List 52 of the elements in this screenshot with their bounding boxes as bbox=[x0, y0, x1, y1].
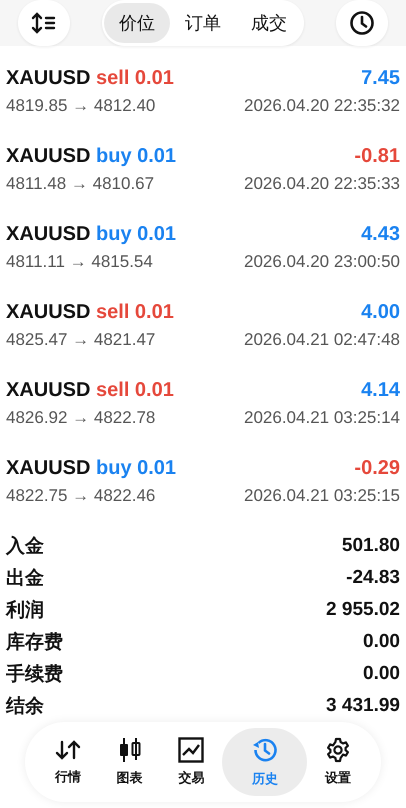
summary-label: 利润 bbox=[6, 598, 44, 623]
summary-label: 结余 bbox=[6, 695, 44, 719]
summary-value: -24.83 bbox=[346, 567, 400, 589]
price-range: 4811.11 → 4815.54 bbox=[6, 252, 153, 272]
summary-value: 0.00 bbox=[363, 663, 400, 685]
candlestick-icon bbox=[118, 737, 142, 763]
profit-value: 4.00 bbox=[361, 300, 400, 324]
summary-value: 2 955.02 bbox=[326, 599, 400, 621]
summary-value: 3 431.99 bbox=[326, 695, 400, 717]
deal-title: XAUUSD buy 0.01 bbox=[6, 456, 176, 480]
price-range: 4825.47 → 4821.47 bbox=[6, 330, 156, 350]
deal-time: 2026.04.20 22:35:32 bbox=[244, 96, 400, 116]
deal-title: XAUUSD buy 0.01 bbox=[6, 144, 176, 168]
deal-title: XAUUSD sell 0.01 bbox=[6, 378, 174, 402]
deal-title: XAUUSD buy 0.01 bbox=[6, 222, 176, 246]
deal-time: 2026.04.21 02:47:48 bbox=[244, 330, 400, 350]
profit-value: 4.14 bbox=[361, 378, 400, 402]
price-range: 4826.92 → 4822.78 bbox=[6, 408, 156, 428]
deal-time: 2026.04.20 22:35:33 bbox=[244, 174, 400, 194]
tab[interactable]: 成交 bbox=[236, 3, 302, 43]
nav-item[interactable]: 图表 bbox=[98, 728, 161, 796]
summary-label: 出金 bbox=[6, 567, 44, 591]
summary-value: 501.80 bbox=[342, 535, 400, 557]
sort-icon bbox=[31, 12, 57, 34]
deal-title: XAUUSD sell 0.01 bbox=[6, 300, 174, 324]
deal-time: 2026.04.21 03:25:15 bbox=[244, 486, 400, 506]
nav-item[interactable]: 行情 bbox=[37, 728, 99, 796]
price-range: 4822.75 → 4822.46 bbox=[6, 486, 156, 506]
profit-value: -0.29 bbox=[354, 456, 400, 480]
summary-value: 0.00 bbox=[363, 631, 400, 653]
profit-value: 7.45 bbox=[361, 66, 400, 90]
clock-button[interactable] bbox=[336, 0, 388, 46]
deal-time: 2026.04.20 23:00:50 bbox=[244, 252, 400, 272]
nav-item[interactable]: 交易 bbox=[160, 728, 222, 796]
clock-icon bbox=[349, 10, 375, 36]
line-chart-icon bbox=[178, 737, 204, 763]
settings-icon bbox=[325, 737, 352, 763]
profit-value: 4.43 bbox=[361, 222, 400, 246]
tab[interactable]: 价位 bbox=[104, 3, 170, 43]
deal-title: XAUUSD sell 0.01 bbox=[6, 66, 174, 90]
price-range: 4811.48 → 4810.67 bbox=[6, 174, 154, 194]
profit-value: -0.81 bbox=[354, 144, 400, 168]
price-range: 4819.85 → 4812.40 bbox=[6, 96, 156, 116]
history-icon bbox=[250, 736, 279, 764]
summary-label: 入金 bbox=[6, 534, 44, 559]
summary-label: 手续费 bbox=[6, 662, 63, 687]
sort-button[interactable] bbox=[18, 0, 70, 46]
nav-item[interactable]: 设置 bbox=[307, 728, 369, 796]
tab[interactable]: 订单 bbox=[170, 3, 236, 43]
up-down-arrows-icon bbox=[54, 738, 82, 762]
summary-label: 库存费 bbox=[6, 630, 63, 655]
deal-time: 2026.04.21 03:25:14 bbox=[244, 408, 400, 428]
